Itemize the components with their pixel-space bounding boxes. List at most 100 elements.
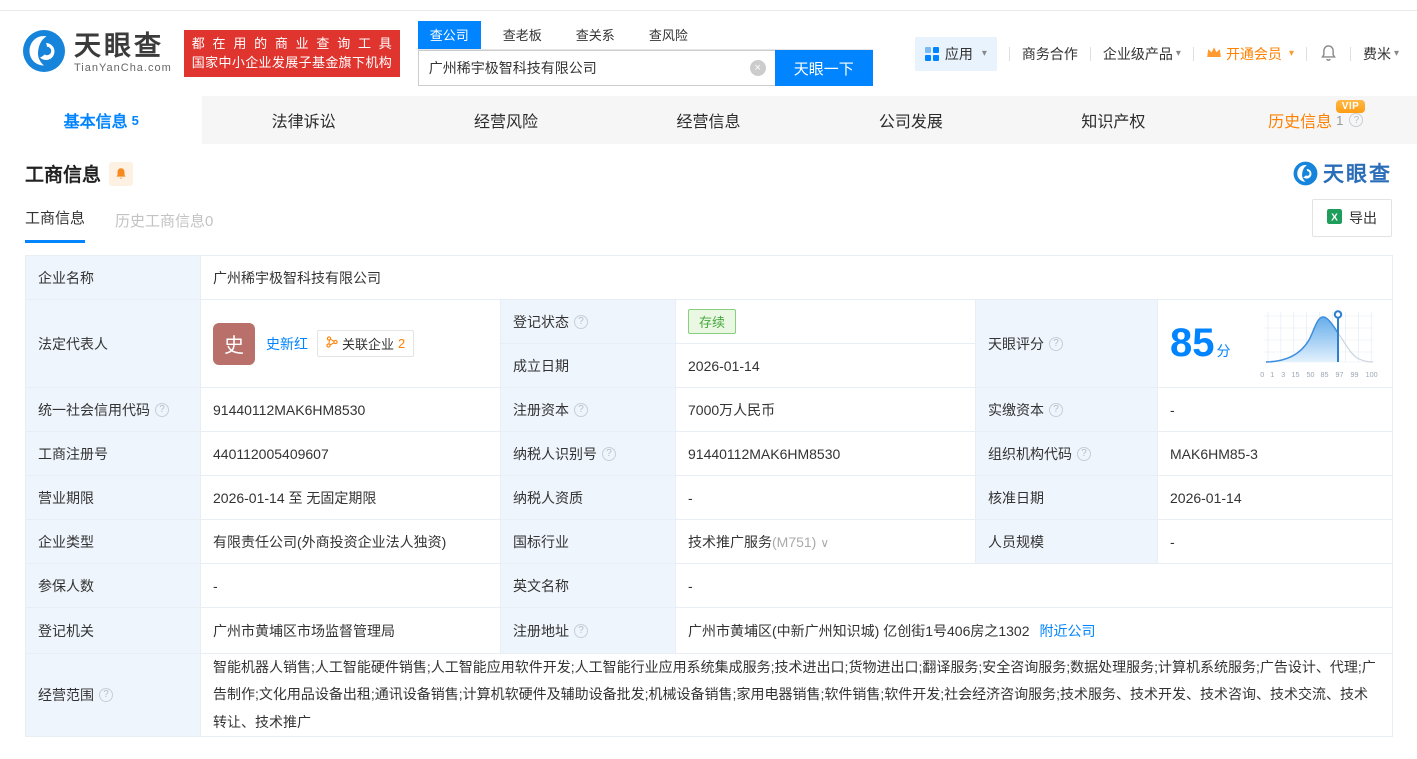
- chevron-down-icon: ▾: [1394, 48, 1399, 59]
- legal-rep-avatar[interactable]: 史: [213, 323, 255, 365]
- logo-title: 天眼查: [74, 33, 172, 60]
- subtab-business-info[interactable]: 工商信息: [25, 207, 85, 243]
- nearby-companies-link[interactable]: 附近公司: [1040, 623, 1096, 639]
- field-value-staff-size: -: [1158, 520, 1393, 564]
- search-input[interactable]: [418, 50, 775, 86]
- field-value-reg-number: 440112005409607: [201, 432, 501, 476]
- search-tab-company[interactable]: 查公司: [418, 21, 481, 49]
- table-row: 营业期限 2026-01-14 至 无固定期限 纳税人资质 - 核准日期 202…: [26, 476, 1393, 520]
- score-cell[interactable]: 85分: [1158, 300, 1393, 388]
- field-label-taxpayer-id: 纳税人识别号?: [501, 432, 676, 476]
- tab-company-development[interactable]: 公司发展: [810, 96, 1012, 144]
- field-value-insured-count: -: [201, 564, 501, 608]
- table-row: 工商注册号 440112005409607 纳税人识别号? 91440112MA…: [26, 432, 1393, 476]
- field-label-credit-code: 统一社会信用代码?: [26, 388, 201, 432]
- field-label-taxpayer-quality: 纳税人资质: [501, 476, 676, 520]
- field-value-company-name: 广州稀宇极智科技有限公司: [201, 256, 1393, 300]
- score-axis: 0131550859799100: [1260, 370, 1378, 379]
- tab-basic-info[interactable]: 基本信息 5: [0, 96, 202, 144]
- help-icon: ?: [574, 315, 588, 329]
- main-content: 工商信息 天眼查 工商信息 历史工商信息0 X 导出: [0, 144, 1417, 737]
- field-value-credit-code: 91440112MAK6HM8530: [201, 388, 501, 432]
- nav-cooperation[interactable]: 商务合作: [1022, 44, 1078, 64]
- tab-intellectual-property[interactable]: 知识产权: [1012, 96, 1214, 144]
- table-row: 经营范围? 智能机器人销售;人工智能硬件销售;人工智能应用软件开发;人工智能行业…: [26, 654, 1393, 737]
- field-label-org-code: 组织机构代码?: [976, 432, 1158, 476]
- tab-operation-info[interactable]: 经营信息: [607, 96, 809, 144]
- site-header: 天眼查 TianYanCha.com 都在用的商业查询工具 国家中小企业发展子基…: [0, 11, 1417, 96]
- search-tab-boss[interactable]: 查老板: [491, 21, 554, 49]
- chevron-down-icon[interactable]: ∨: [820, 536, 829, 550]
- company-tabbar: 基本信息 5 法律诉讼 经营风险 经营信息 公司发展 知识产权 VIP 历史信息…: [0, 96, 1417, 144]
- legal-rep-link[interactable]: 史新红: [266, 334, 308, 354]
- help-icon: ?: [1077, 447, 1091, 461]
- subscribe-bell-icon[interactable]: [109, 162, 133, 186]
- nav-enterprise-products[interactable]: 企业级产品 ▾: [1103, 44, 1181, 64]
- field-value-reg-status: 存续: [676, 300, 976, 344]
- field-label-staff-size: 人员规模: [976, 520, 1158, 564]
- banner-line1: 都在用的商业查询工具: [192, 35, 392, 54]
- field-value-company-type: 有限责任公司(外商投资企业法人独资): [201, 520, 501, 564]
- table-row: 企业类型 有限责任公司(外商投资企业法人独资) 国标行业 技术推广服务(M751…: [26, 520, 1393, 564]
- field-label-reg-capital: 注册资本?: [501, 388, 676, 432]
- chevron-down-icon: ▾: [982, 48, 987, 59]
- clear-search-icon[interactable]: ×: [750, 60, 766, 76]
- export-button[interactable]: X 导出: [1312, 199, 1392, 237]
- help-icon: ?: [1049, 403, 1063, 417]
- field-value-english-name: -: [676, 564, 1393, 608]
- search-tabs: 查公司 查老板 查关系 查风险: [418, 21, 873, 50]
- subtab-history-business-info[interactable]: 历史工商信息0: [115, 210, 213, 243]
- tab-legal-proceedings[interactable]: 法律诉讼: [202, 96, 404, 144]
- field-value-reg-capital: 7000万人民币: [676, 388, 976, 432]
- tianyancha-logo-icon: [22, 29, 66, 78]
- score-curve-chart: 0131550859799100: [1260, 308, 1380, 379]
- field-label-establish-date: 成立日期: [501, 344, 676, 388]
- status-badge: 存续: [688, 309, 736, 334]
- search-area: 查公司 查老板 查关系 查风险 × 天眼一下: [418, 21, 873, 86]
- divider: [1009, 47, 1010, 61]
- field-label-paid-capital: 实缴资本?: [976, 388, 1158, 432]
- field-label-score: 天眼评分?: [976, 300, 1158, 388]
- apps-grid-icon: [925, 47, 939, 61]
- field-value-paid-capital: -: [1158, 388, 1393, 432]
- field-label-reg-number: 工商注册号: [26, 432, 201, 476]
- field-label-company-type: 企业类型: [26, 520, 201, 564]
- help-icon: ?: [574, 624, 588, 638]
- field-label-reg-status: 登记状态?: [501, 300, 676, 344]
- divider: [1193, 47, 1194, 61]
- watermark-logo: 天眼查: [1293, 158, 1392, 188]
- tab-operation-risk[interactable]: 经营风险: [405, 96, 607, 144]
- field-label-english-name: 英文名称: [501, 564, 676, 608]
- tab-history-info[interactable]: VIP 历史信息 1 ?: [1215, 96, 1417, 144]
- field-value-reg-address: 广州市黄埔区(中新广州知识城) 亿创街1号406房之1302附近公司: [676, 608, 1393, 654]
- vip-badge: VIP: [1336, 100, 1366, 113]
- search-button[interactable]: 天眼一下: [775, 50, 873, 86]
- help-icon: ?: [99, 688, 113, 702]
- apps-menu-button[interactable]: 应用 ▾: [915, 37, 997, 71]
- field-label-business-term: 营业期限: [26, 476, 201, 520]
- user-menu[interactable]: 费米 ▾: [1363, 44, 1399, 64]
- notification-bell-icon[interactable]: [1319, 44, 1338, 63]
- search-tab-risk[interactable]: 查风险: [637, 21, 700, 49]
- org-chart-icon: [326, 336, 338, 351]
- open-vip-button[interactable]: 开通会员 ▾: [1206, 44, 1294, 64]
- site-logo[interactable]: 天眼查 TianYanCha.com: [22, 29, 172, 78]
- divider: [1350, 47, 1351, 61]
- excel-icon: X: [1327, 209, 1342, 227]
- search-tab-relation[interactable]: 查关系: [564, 21, 627, 49]
- banner-line2: 国家中小企业发展子基金旗下机构: [192, 54, 392, 73]
- table-row: 企业名称 广州稀宇极智科技有限公司: [26, 256, 1393, 300]
- business-info-table: 企业名称 广州稀宇极智科技有限公司 法定代表人 史 史新红 关联企业 2: [25, 255, 1393, 737]
- table-row: 参保人数 - 英文名称 -: [26, 564, 1393, 608]
- username: 费米: [1363, 44, 1391, 64]
- score-value: 85: [1170, 321, 1215, 365]
- chevron-down-icon: ▾: [1289, 48, 1294, 59]
- divider: [1306, 47, 1307, 61]
- table-row: 统一社会信用代码? 91440112MAK6HM8530 注册资本? 7000万…: [26, 388, 1393, 432]
- subtab-row: 工商信息 历史工商信息0 X 导出: [25, 207, 1392, 243]
- field-label-industry: 国标行业: [501, 520, 676, 564]
- svg-text:X: X: [1331, 212, 1338, 223]
- help-icon: ?: [155, 403, 169, 417]
- related-companies-badge[interactable]: 关联企业 2: [317, 330, 414, 357]
- top-strip: [0, 0, 1417, 11]
